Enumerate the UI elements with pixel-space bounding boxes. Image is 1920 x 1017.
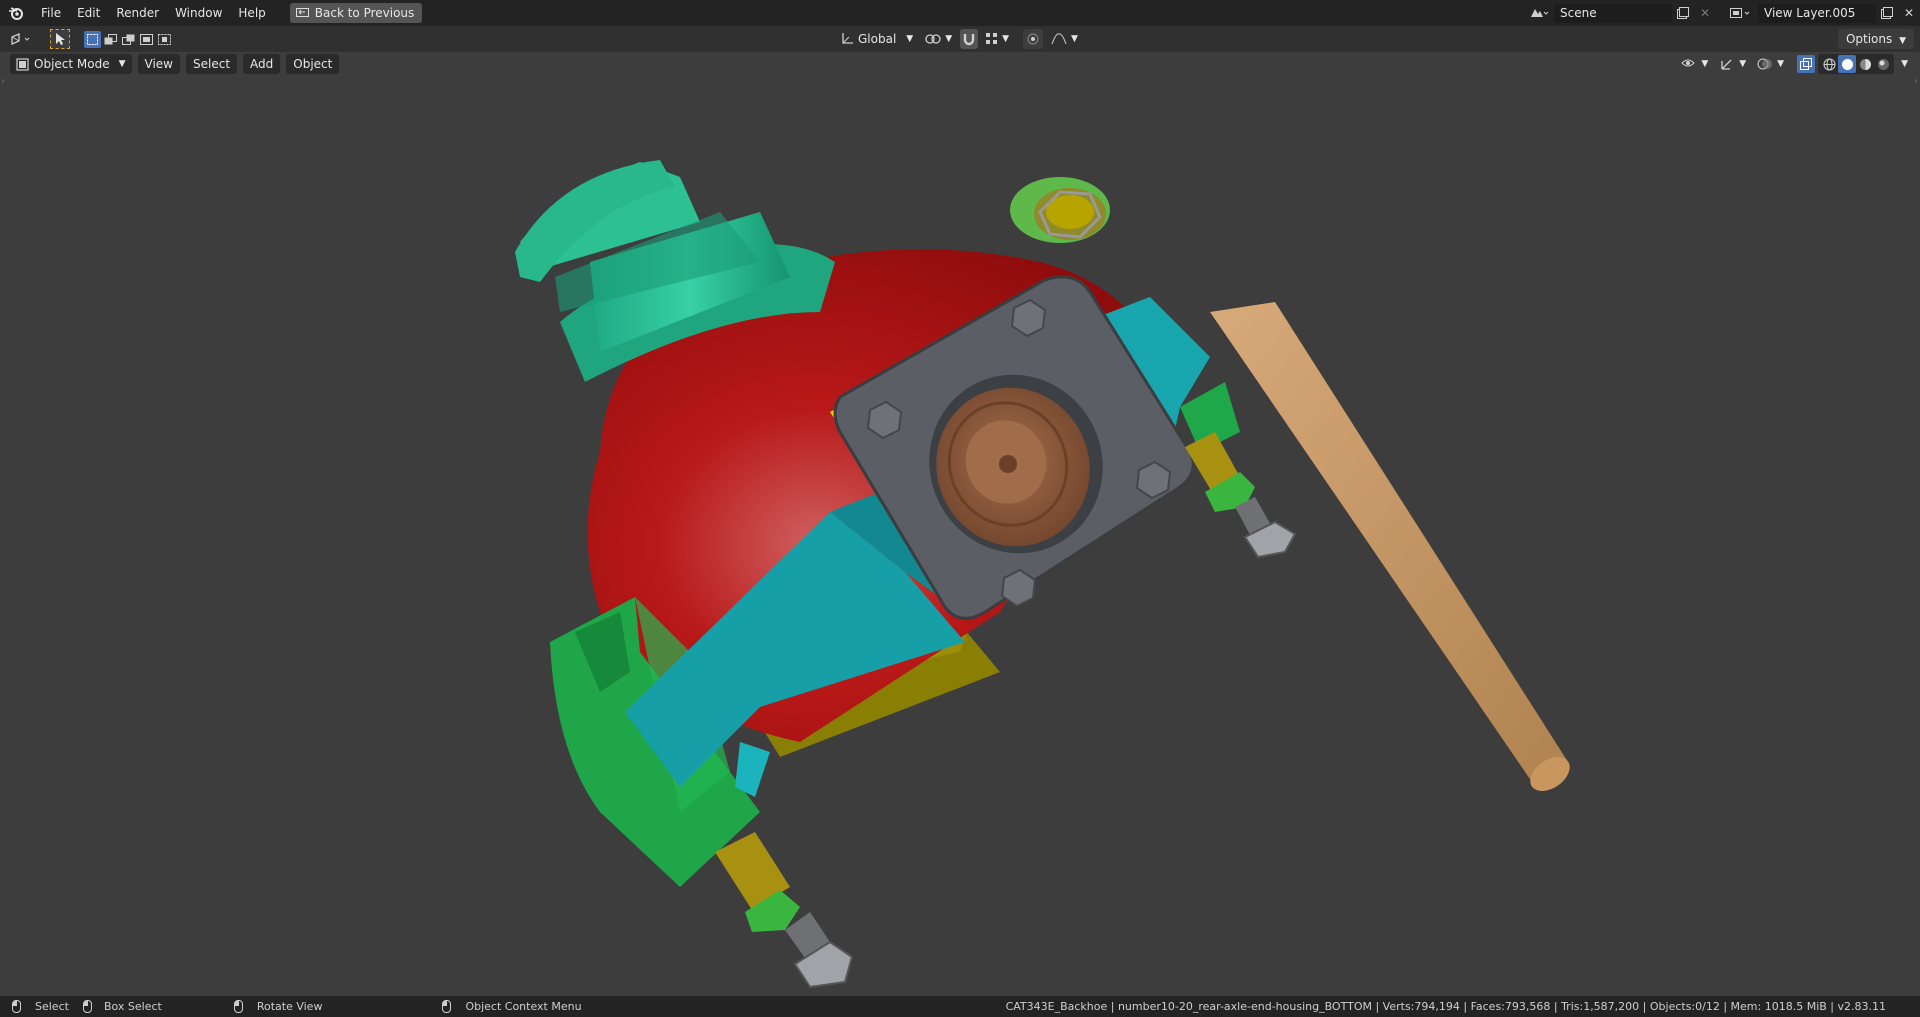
new-scene-icon[interactable] (1672, 3, 1694, 23)
screen-back-icon (295, 7, 309, 17)
transform-orientation-dropdown[interactable]: Global ▼ (836, 29, 917, 49)
blender-logo-icon[interactable] (7, 4, 25, 22)
mouse-right-icon (442, 1000, 452, 1013)
shading-mode-group (1818, 54, 1895, 74)
hint-rotate: Rotate View (233, 1000, 323, 1013)
mouse-left-icon (12, 1000, 21, 1013)
proportional-dot-icon (1027, 33, 1039, 45)
select-intersect-icon[interactable] (156, 31, 173, 48)
snap-element-dropdown[interactable]: ▼ (982, 29, 1013, 49)
pivot-point-dropdown[interactable]: ▼ (921, 29, 956, 49)
menu-render[interactable]: Render (108, 2, 167, 24)
editor-type-icon (11, 33, 30, 45)
scene-controls: Scene ✕ View Layer.005 ✕ (1524, 0, 1920, 26)
hint-box-select-label: Box Select (103, 1000, 162, 1013)
back-to-previous-button[interactable]: Back to Previous (289, 3, 423, 23)
overlays-toggle[interactable]: ▼ (1753, 54, 1788, 74)
select-extend-icon[interactable] (102, 31, 119, 48)
options-dropdown[interactable]: Options ▼ (1837, 29, 1914, 49)
hint-select: Select (12, 1000, 69, 1013)
chevron-down-icon: ▼ (1901, 59, 1908, 69)
xray-toggle-icon[interactable] (1797, 55, 1816, 73)
orientation-axes-icon (842, 33, 853, 44)
selectability-visibility-dropdown[interactable]: ▼ (1677, 54, 1712, 74)
hint-context-label: Object Context Menu (465, 1000, 582, 1013)
select-new-icon[interactable] (84, 30, 101, 48)
scene-statistics: CAT343E_Backhoe | number10-20_rear-axle-… (1005, 1000, 1886, 1013)
viewport-header: Object Mode ▼ View Select Add Object (10, 54, 340, 74)
chevron-down-icon: ▼ (1739, 59, 1747, 69)
right-bolt-assembly (1185, 432, 1297, 559)
3d-model-axle-housing[interactable] (0, 52, 1920, 996)
top-menu-bar: File Edit Render Window Help Back to Pre… (0, 0, 1920, 26)
magnet-icon (963, 34, 975, 46)
rendered-shading-icon[interactable] (1874, 55, 1892, 73)
small-top-ring (1010, 177, 1110, 243)
viewport-menu-select[interactable]: Select (186, 54, 238, 74)
chevron-down-icon: ▼ (945, 34, 953, 44)
object-mode-dropdown[interactable]: Object Mode ▼ (10, 54, 132, 74)
solid-shading-icon[interactable] (1838, 55, 1857, 73)
view-layer-field[interactable]: View Layer.005 (1758, 3, 1876, 23)
mouse-drag-icon (82, 1000, 92, 1013)
status-bar: Select Box Select Rotate View Object Con… (0, 996, 1920, 1017)
selection-mode-group (84, 30, 173, 48)
object-mode-label: Object Mode (34, 57, 110, 71)
view-layer-browser-icon[interactable] (1724, 3, 1758, 23)
new-view-layer-icon[interactable] (1876, 3, 1898, 23)
proportional-edit-toggle[interactable] (1023, 29, 1044, 49)
chevron-down-icon: ▼ (1777, 59, 1785, 69)
eye-cursor-icon (1681, 59, 1696, 67)
hint-rotate-label: Rotate View (256, 1000, 323, 1013)
chevron-down-icon: ▼ (906, 34, 914, 44)
delete-view-layer-icon[interactable]: ✕ (1898, 3, 1920, 23)
falloff-curve-icon (1051, 33, 1067, 45)
chevron-down-icon: ▼ (118, 59, 126, 69)
wireframe-shading-icon[interactable] (1820, 55, 1838, 73)
viewport-menu-view[interactable]: View (137, 54, 180, 74)
transform-tools: Global ▼ ▼ ▼ ▼ (836, 29, 1082, 49)
shading-options-dropdown[interactable]: ▼ (1897, 54, 1912, 74)
proportional-falloff-dropdown[interactable]: ▼ (1047, 29, 1082, 49)
chevron-down-icon: ▼ (1002, 34, 1010, 44)
menu-file[interactable]: File (33, 2, 69, 24)
chevron-down-icon: ▼ (1071, 34, 1078, 44)
gizmo-icon (1721, 59, 1732, 70)
viewport-display-controls: ▼ ▼ ▼ ▼ (1677, 54, 1912, 74)
options-label: Options (1845, 32, 1893, 46)
delete-scene-icon[interactable]: ✕ (1694, 3, 1716, 23)
editor-type-dropdown[interactable] (10, 32, 36, 46)
chevron-down-icon: ▼ (1899, 36, 1906, 46)
3d-viewport[interactable]: Object Mode ▼ View Select Add Object ▼ ▼… (0, 52, 1920, 996)
snap-grid-icon (986, 33, 998, 44)
gizmo-toggle[interactable]: ▼ (1715, 54, 1750, 74)
scene-name-field[interactable]: Scene (1554, 3, 1672, 23)
hint-select-label: Select (35, 1000, 69, 1013)
back-to-previous-label: Back to Previous (314, 6, 415, 20)
lower-bolt-assembly (715, 832, 854, 989)
viewport-menu-add[interactable]: Add (243, 54, 281, 74)
tool-header: Global ▼ ▼ ▼ ▼ Options ▼ (0, 26, 1920, 52)
select-subtract-icon[interactable] (120, 31, 137, 48)
mouse-middle-icon (233, 1000, 243, 1013)
overlays-icon (1757, 58, 1773, 70)
material-preview-shading-icon[interactable] (1856, 55, 1874, 73)
pivot-link-icon (925, 34, 941, 44)
object-mode-icon (16, 57, 29, 71)
chevron-down-icon: ▼ (1701, 59, 1709, 69)
snap-toggle[interactable] (960, 29, 979, 49)
hint-context-menu: Object Context Menu (442, 1000, 582, 1013)
menu-help[interactable]: Help (230, 2, 273, 24)
menu-edit[interactable]: Edit (69, 2, 108, 24)
select-invert-icon[interactable] (138, 31, 155, 48)
scene-browser-icon[interactable] (1524, 3, 1554, 23)
tweak-tool-button[interactable] (50, 29, 70, 49)
hint-box-select: Box Select (82, 1000, 162, 1013)
cursor-arrow-icon (56, 33, 65, 45)
orientation-label: Global (858, 32, 897, 46)
menu-window[interactable]: Window (167, 2, 230, 24)
viewport-menu-object[interactable]: Object (286, 54, 340, 74)
